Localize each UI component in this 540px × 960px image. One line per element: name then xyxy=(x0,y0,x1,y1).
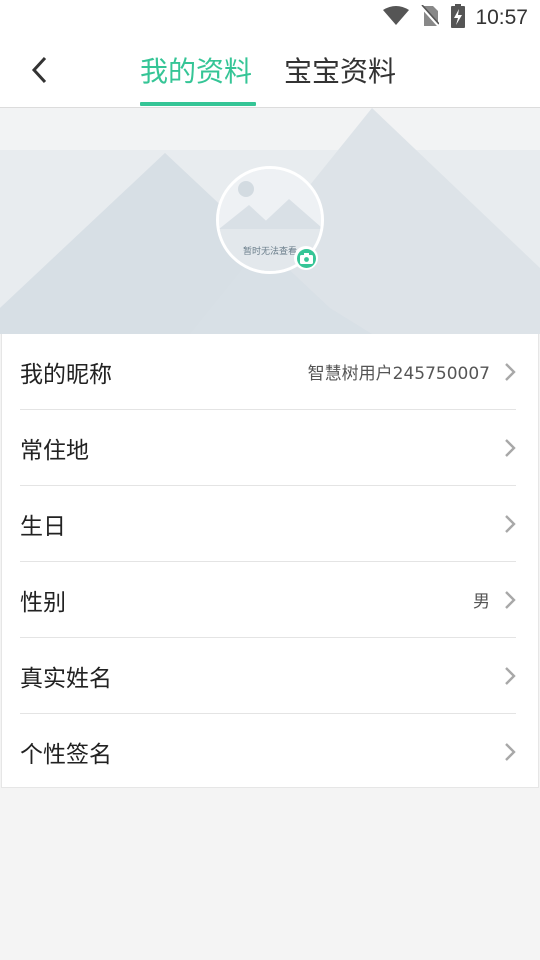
row-label: 我的昵称 xyxy=(20,361,112,388)
chevron-right-icon xyxy=(504,514,516,534)
row-signature[interactable]: 个性签名 xyxy=(20,714,516,790)
chevron-right-icon xyxy=(504,666,516,686)
chevron-right-icon xyxy=(504,742,516,762)
change-avatar-button[interactable] xyxy=(294,246,318,270)
row-nickname[interactable]: 我的昵称 智慧树用户245750007 xyxy=(20,334,516,410)
row-label: 个性签名 xyxy=(20,742,112,768)
row-gender[interactable]: 性别 男 xyxy=(20,562,516,638)
row-label: 真实姓名 xyxy=(20,665,112,692)
row-residence[interactable]: 常住地 xyxy=(20,410,516,486)
back-button[interactable] xyxy=(20,54,60,90)
row-value: 男 xyxy=(473,592,490,612)
row-label: 生日 xyxy=(20,513,66,540)
no-sim-icon xyxy=(420,4,441,31)
active-tab-indicator xyxy=(140,102,256,106)
row-birthday[interactable]: 生日 xyxy=(20,486,516,562)
row-label: 性别 xyxy=(20,589,66,616)
status-time: 10:57 xyxy=(475,6,528,29)
profile-list: 我的昵称 智慧树用户245750007 常住地 生日 性别 男 真实姓名 个性签… xyxy=(1,334,539,788)
status-bar: 10:57 xyxy=(0,0,540,36)
chevron-right-icon xyxy=(504,590,516,610)
row-value: 智慧树用户245750007 xyxy=(307,364,490,384)
camera-icon xyxy=(299,249,313,268)
chevron-right-icon xyxy=(504,438,516,458)
battery-charging-icon xyxy=(451,4,466,32)
chevron-left-icon xyxy=(30,55,50,89)
wifi-icon xyxy=(383,6,410,30)
chevron-right-icon xyxy=(504,362,516,382)
tab-baby-profile[interactable]: 宝宝资料 xyxy=(284,50,396,108)
header: 我的资料 宝宝资料 xyxy=(0,36,540,108)
tab-my-profile[interactable]: 我的资料 xyxy=(140,50,252,108)
row-real-name[interactable]: 真实姓名 xyxy=(20,638,516,714)
row-label: 常住地 xyxy=(20,437,89,464)
